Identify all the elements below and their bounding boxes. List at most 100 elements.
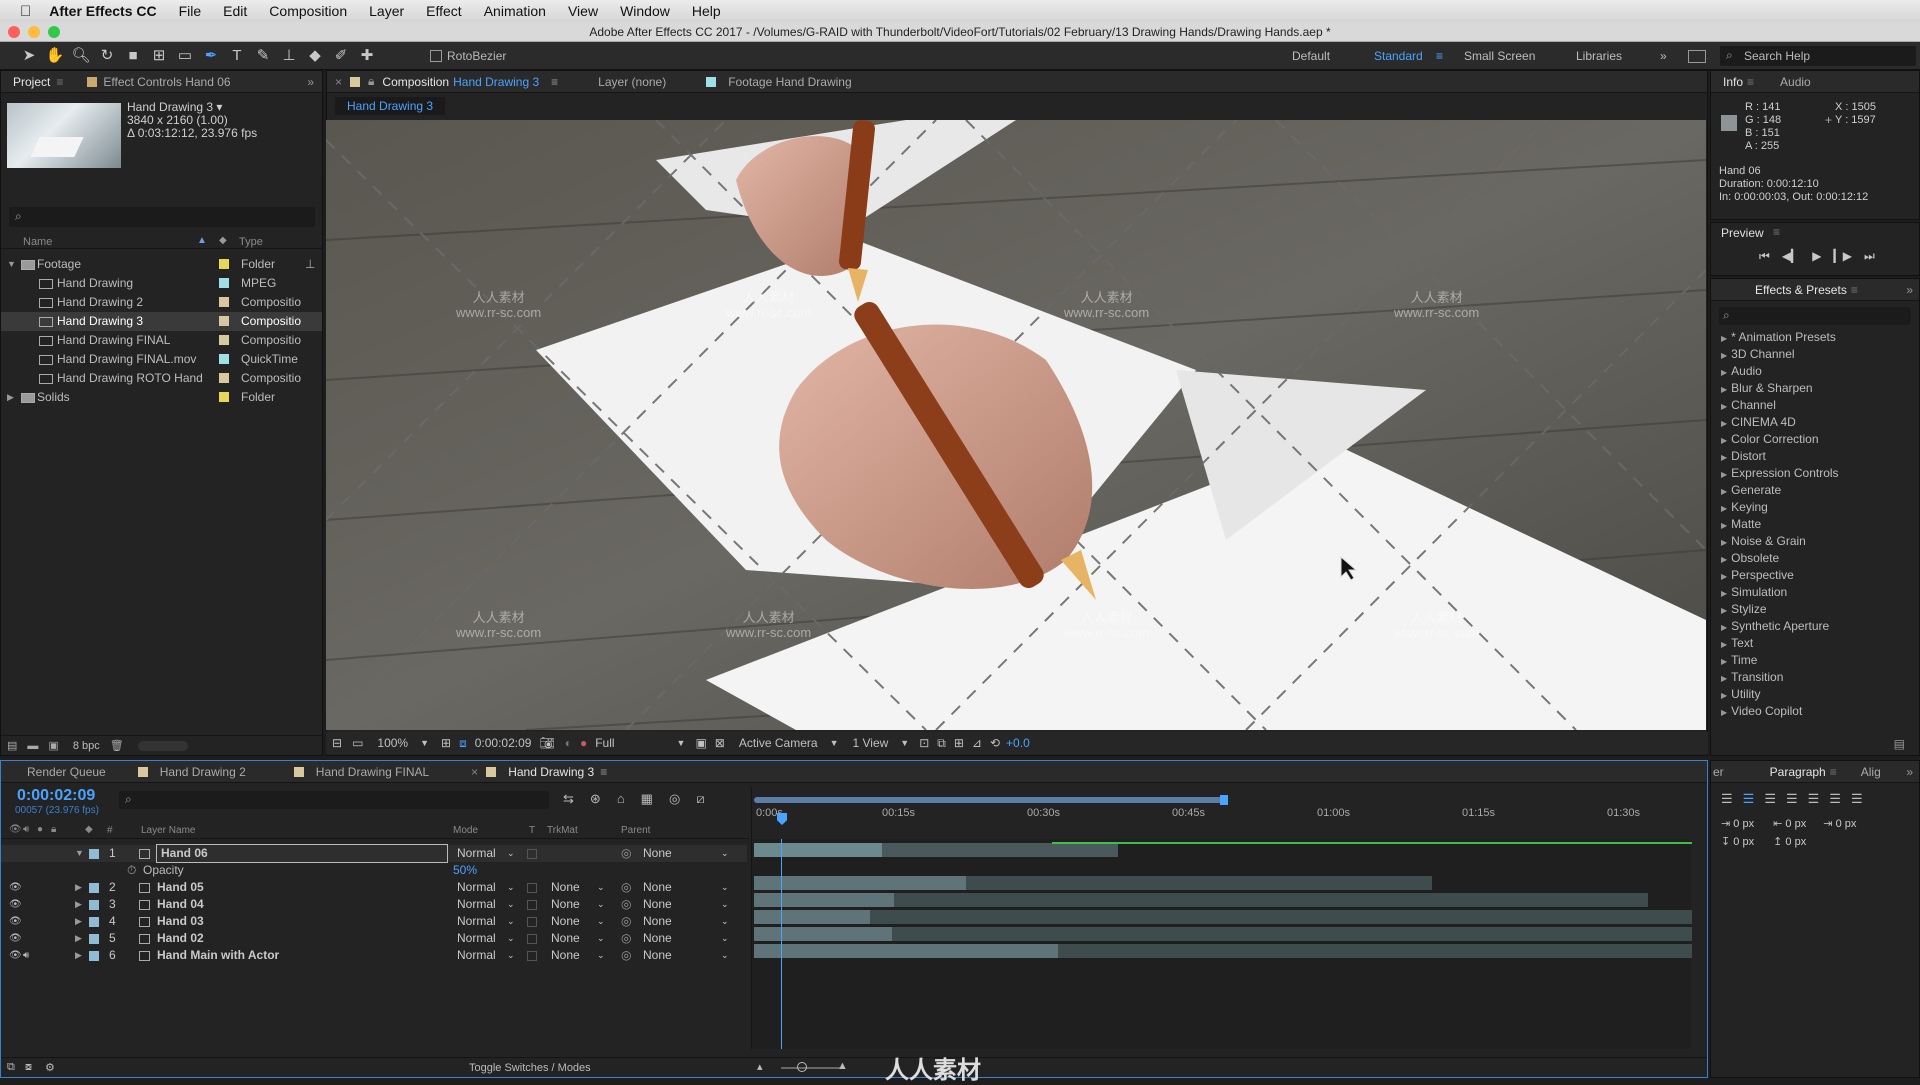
disclosure-triangle-icon[interactable]: ▶ (1721, 419, 1727, 428)
shy-layers-icon[interactable]: ⌂ (617, 791, 625, 807)
layer-trkmat-dropdown[interactable]: None (551, 913, 580, 930)
timeline-current-time[interactable]: 0:00:02:09 (17, 787, 95, 805)
layer-bar-hand-02[interactable] (754, 927, 892, 941)
grid-icon[interactable]: ⊞ (441, 736, 451, 750)
effects-category[interactable]: ▶ Obsolete (1711, 550, 1919, 567)
menu-animation[interactable]: Animation (484, 3, 546, 19)
panel-menu-icon[interactable]: ≡ (1851, 283, 1858, 297)
panel-overflow-icon[interactable]: » (307, 75, 314, 89)
menu-composition[interactable]: Composition (269, 3, 347, 19)
tab-project[interactable]: Project (1, 75, 62, 89)
layer-mode-dropdown[interactable]: Normal (457, 913, 496, 930)
column-name-header[interactable]: Name (23, 236, 52, 248)
work-area-bar[interactable] (754, 797, 1224, 803)
panel-menu-icon[interactable]: ≡ (1747, 75, 1754, 89)
preserve-transparency-checkbox[interactable] (527, 900, 537, 910)
interpret-footage-icon[interactable]: ▤ (7, 739, 17, 752)
panel-menu-icon[interactable]: ≡ (551, 75, 558, 89)
disclosure-triangle-icon[interactable]: ▶ (75, 879, 82, 896)
effects-category[interactable]: ▶ Perspective (1711, 567, 1919, 584)
timeline-layer-row[interactable]: ▼ 1 Hand 06 Normal ⌄ ◎ None ⌄ (1, 844, 747, 863)
chevron-down-icon[interactable]: ⌄ (721, 947, 729, 964)
layer-parent-dropdown[interactable]: None (643, 913, 672, 930)
label-color-swatch[interactable] (219, 373, 229, 383)
label-color-swatch[interactable] (219, 278, 229, 288)
menu-layer[interactable]: Layer (369, 3, 404, 19)
column-layer-name-header[interactable]: Layer Name (141, 825, 195, 836)
preserve-transparency-checkbox[interactable] (527, 951, 537, 961)
tab-composition-name[interactable]: Hand Drawing 3 (453, 75, 539, 89)
space-after-value[interactable]: 0 px (1785, 836, 1806, 848)
time-stretch-icon[interactable]: ⚙ (45, 1061, 55, 1074)
layer-bar-hand-02-tail[interactable] (892, 927, 1692, 941)
apple-menu-icon[interactable]:  (20, 3, 31, 20)
magnification-dropdown[interactable]: 100% (377, 736, 408, 750)
effects-category[interactable]: ▶ Blur & Sharpen (1711, 380, 1919, 397)
eye-icon[interactable]: 👁︎ (9, 879, 22, 896)
indent-first-line-value[interactable]: 0 px (1836, 818, 1857, 830)
disclosure-triangle-icon[interactable]: ▶ (1721, 521, 1727, 530)
zoom-slider-thumb[interactable] (797, 1062, 807, 1072)
chevron-down-icon[interactable]: ⌄ (507, 896, 515, 913)
effects-category[interactable]: ▶ Generate (1711, 482, 1919, 499)
align-center-icon[interactable]: ☰ (1743, 791, 1755, 807)
effects-category[interactable]: ▶ Channel (1711, 397, 1919, 414)
new-preset-icon[interactable]: ▤ (1894, 737, 1905, 751)
chevron-down-icon[interactable]: ⌄ (597, 913, 605, 930)
justify-last-right-icon[interactable]: ☰ (1829, 791, 1841, 807)
effects-category[interactable]: ▶ Distort (1711, 448, 1919, 465)
thumbnail-size-slider[interactable] (137, 740, 188, 751)
video-switch-icon[interactable]: 👁︎ (9, 824, 22, 835)
justify-all-icon[interactable]: ☰ (1851, 791, 1863, 807)
disclosure-triangle-icon[interactable]: ▶ (1721, 334, 1727, 343)
column-type-header[interactable]: Type (239, 236, 263, 248)
tab-hand-drawing-2[interactable]: Hand Drawing 2 (148, 765, 258, 779)
layer-trkmat-dropdown[interactable]: None (551, 930, 580, 947)
layer-parent-dropdown[interactable]: None (643, 930, 672, 947)
indent-right-value[interactable]: 0 px (1785, 818, 1806, 830)
effects-category[interactable]: ▶ Time (1711, 652, 1919, 669)
justify-last-center-icon[interactable]: ☰ (1808, 791, 1820, 807)
view-layout-dropdown[interactable]: 1 View (852, 736, 888, 750)
draft-3d-icon[interactable]: ⊛ (590, 791, 601, 807)
tab-footage[interactable]: Footage Hand Drawing (722, 75, 863, 89)
eraser-tool-icon[interactable]: ◆ (304, 45, 326, 67)
first-frame-icon[interactable]: ⏮ (1759, 249, 1770, 264)
tab-layer[interactable]: Layer (none) (586, 75, 678, 89)
minimize-window-button[interactable] (28, 26, 40, 38)
indent-left-value[interactable]: 0 px (1733, 818, 1754, 830)
disclosure-triangle-icon[interactable]: ▼ (7, 255, 16, 274)
timeline-layer-row[interactable]: 👁︎ ▶ 2 Hand 05 Normal ⌄ None ⌄ ◎ None ⌄ (1, 879, 747, 896)
disclosure-triangle-icon[interactable]: ▶ (1721, 470, 1727, 479)
label-color-swatch[interactable] (219, 259, 229, 269)
camera-view-dropdown[interactable]: Active Camera (739, 736, 818, 750)
workspace-standard[interactable]: Standard (1374, 49, 1423, 63)
snapshot-camera-icon[interactable]: 📷︎ (539, 736, 554, 750)
chevron-down-icon[interactable]: ⌄ (597, 930, 605, 947)
chevron-down-icon[interactable]: ⌄ (597, 879, 605, 896)
disclosure-triangle-icon[interactable]: ▶ (75, 930, 82, 947)
clone-stamp-tool-icon[interactable]: ⊥ (278, 45, 300, 67)
graph-editor-icon[interactable]: ⧄ (696, 791, 704, 807)
stopwatch-icon[interactable]: ⏱︎ (127, 862, 136, 879)
eye-icon[interactable]: 👁︎ (9, 913, 22, 930)
pick-whip-icon[interactable]: ◎ (621, 913, 631, 930)
disclosure-triangle-icon[interactable]: ▶ (1721, 436, 1727, 445)
always-preview-icon[interactable]: ⊟ (332, 736, 342, 750)
bit-depth-button[interactable]: 8 bpc (73, 740, 100, 752)
layer-trkmat-dropdown[interactable]: None (551, 879, 580, 896)
preserve-transparency-checkbox[interactable] (527, 883, 537, 893)
column-t-header[interactable]: T (529, 825, 535, 836)
menu-view[interactable]: View (568, 3, 598, 19)
puppet-pin-tool-icon[interactable]: ✚ (356, 45, 378, 67)
chevron-down-icon[interactable]: ⌄ (507, 930, 515, 947)
lock-switch-icon[interactable]: 🔒︎ (51, 824, 56, 835)
layer-mode-dropdown[interactable]: Normal (457, 879, 496, 896)
chevron-down-icon[interactable]: ▼ (420, 738, 429, 748)
project-item[interactable]: Hand Drawing MPEG (1, 274, 322, 293)
project-item[interactable]: Hand Drawing 3 Compositio (1, 312, 322, 331)
timeline-track-area[interactable] (751, 839, 1692, 1049)
align-left-icon[interactable]: ☰ (1721, 791, 1733, 807)
project-item[interactable]: Hand Drawing ROTO Hand Compositio (1, 369, 322, 388)
show-snapshot-icon[interactable]: ◐ (565, 736, 572, 750)
